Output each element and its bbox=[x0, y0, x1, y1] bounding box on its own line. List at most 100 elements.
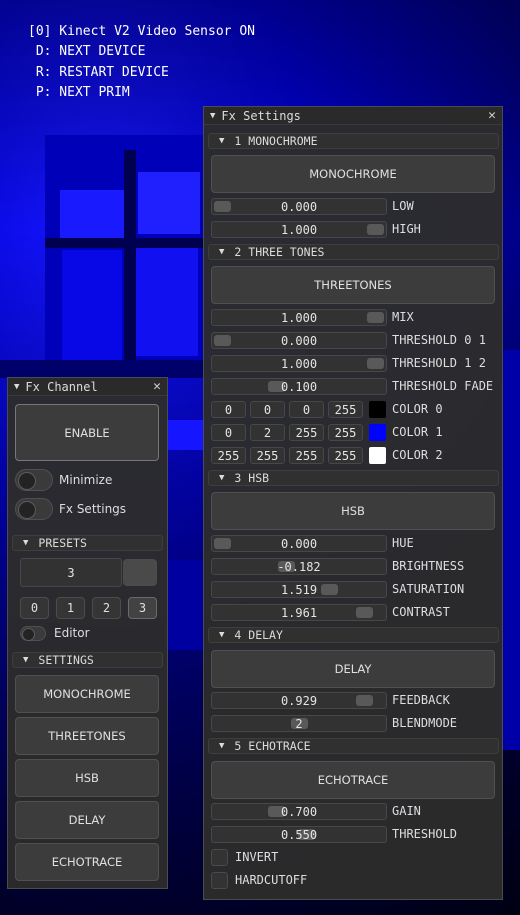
preset-button-1[interactable]: 1 bbox=[56, 597, 85, 619]
slider-knob[interactable] bbox=[367, 224, 384, 235]
section-title: 1 MONOCHROME bbox=[234, 134, 318, 148]
threshold-0-1-slider[interactable]: 0.000 bbox=[211, 332, 387, 349]
preset-button-2[interactable]: 2 bbox=[92, 597, 121, 619]
color1-a[interactable]: 255 bbox=[328, 424, 363, 441]
low-value: 0.000 bbox=[280, 199, 318, 214]
saturation-slider[interactable]: 1.519 bbox=[211, 581, 387, 598]
gain-label: GAIN bbox=[392, 804, 421, 818]
gain-slider[interactable]: 0.700 bbox=[211, 803, 387, 820]
fx-settings-toggle[interactable] bbox=[15, 498, 53, 520]
slider-knob[interactable] bbox=[356, 607, 374, 618]
saturation-label: SATURATION bbox=[392, 582, 465, 596]
collapse-arrow-icon: ▼ bbox=[23, 538, 29, 548]
collapse-arrow-icon[interactable]: ▼ bbox=[14, 382, 19, 392]
blendmode-label: BLENDMODE bbox=[392, 716, 458, 730]
toggle-knob bbox=[18, 472, 36, 490]
close-icon[interactable]: ✕ bbox=[488, 108, 496, 123]
color1-b[interactable]: 255 bbox=[289, 424, 324, 441]
brightness-slider[interactable]: -0.182 bbox=[211, 558, 387, 575]
hue-label: HUE bbox=[392, 536, 414, 550]
hue-slider[interactable]: 0.000 bbox=[211, 535, 387, 552]
hardcutoff-checkbox[interactable] bbox=[211, 872, 228, 889]
editor-toggle[interactable] bbox=[20, 626, 46, 641]
color1-swatch[interactable] bbox=[369, 424, 386, 441]
high-slider[interactable]: 1.000 bbox=[211, 221, 387, 238]
contrast-slider[interactable]: 1.961 bbox=[211, 604, 387, 621]
blendmode-value: 2 bbox=[295, 716, 303, 731]
settings-monochrome-button[interactable]: MONOCHROME bbox=[15, 675, 159, 713]
section-title: SETTINGS bbox=[38, 653, 94, 667]
preset-button-3[interactable]: 3 bbox=[128, 597, 157, 619]
slider-knob[interactable] bbox=[214, 201, 231, 212]
enable-button[interactable]: ENABLE bbox=[15, 404, 159, 461]
contrast-value: 1.961 bbox=[280, 605, 318, 620]
color0-a[interactable]: 255 bbox=[328, 401, 363, 418]
color2-a[interactable]: 255 bbox=[328, 447, 363, 464]
threetones-button[interactable]: THREETONES bbox=[211, 266, 495, 304]
fx-settings-title: Fx Settings bbox=[221, 108, 301, 123]
section-monochrome-header[interactable]: ▼ 1 MONOCHROME bbox=[208, 133, 499, 149]
high-value: 1.000 bbox=[280, 222, 318, 237]
section-delay-header[interactable]: ▼ 4 DELAY bbox=[208, 627, 499, 643]
color1-r[interactable]: 0 bbox=[211, 424, 246, 441]
color0-b[interactable]: 0 bbox=[289, 401, 324, 418]
settings-header[interactable]: ▼ SETTINGS bbox=[12, 652, 163, 668]
blendmode-slider[interactable]: 2 bbox=[211, 715, 387, 732]
settings-threetones-button[interactable]: THREETONES bbox=[15, 717, 159, 755]
threshold-fade-slider[interactable]: 0.100 bbox=[211, 378, 387, 395]
preset-dropdown-button[interactable] bbox=[123, 559, 157, 586]
mix-label: MIX bbox=[392, 310, 414, 324]
slider-knob[interactable] bbox=[214, 538, 231, 549]
settings-delay-button[interactable]: DELAY bbox=[15, 801, 159, 839]
settings-echotrace-button[interactable]: ECHOTRACE bbox=[15, 843, 159, 881]
settings-hsb-button[interactable]: HSB bbox=[15, 759, 159, 797]
invert-checkbox[interactable] bbox=[211, 849, 228, 866]
low-slider[interactable]: 0.000 bbox=[211, 198, 387, 215]
color0-g[interactable]: 0 bbox=[250, 401, 285, 418]
fx-channel-titlebar[interactable]: ▼ Fx Channel ✕ bbox=[8, 378, 167, 396]
collapse-arrow-icon: ▼ bbox=[219, 247, 225, 257]
presets-header[interactable]: ▼ PRESETS bbox=[12, 535, 163, 551]
mix-slider[interactable]: 1.000 bbox=[211, 309, 387, 326]
gain-value: 0.700 bbox=[280, 804, 318, 819]
color1-g[interactable]: 2 bbox=[250, 424, 285, 441]
section-hsb-header[interactable]: ▼ 3 HSB bbox=[208, 470, 499, 486]
section-three-tones-header[interactable]: ▼ 2 THREE TONES bbox=[208, 244, 499, 260]
threshold-1-2-slider[interactable]: 1.000 bbox=[211, 355, 387, 372]
fx-channel-title: Fx Channel bbox=[25, 379, 98, 394]
fx-settings-titlebar[interactable]: ▼ Fx Settings ✕ bbox=[204, 107, 502, 125]
color2-label: COLOR 2 bbox=[392, 448, 443, 462]
next-prim-hint: P: NEXT PRIM bbox=[28, 84, 130, 100]
threshold-value: 0.550 bbox=[280, 827, 318, 842]
hsb-button[interactable]: HSB bbox=[211, 492, 495, 530]
slider-knob[interactable] bbox=[321, 584, 339, 595]
color2-g[interactable]: 255 bbox=[250, 447, 285, 464]
collapse-arrow-icon[interactable]: ▼ bbox=[210, 111, 215, 121]
color2-swatch[interactable] bbox=[369, 447, 386, 464]
color0-swatch[interactable] bbox=[369, 401, 386, 418]
slider-knob[interactable] bbox=[367, 358, 384, 369]
threshold-slider[interactable]: 0.550 bbox=[211, 826, 387, 843]
section-echotrace-header[interactable]: ▼ 5 ECHOTRACE bbox=[208, 738, 499, 754]
delay-button[interactable]: DELAY bbox=[211, 650, 495, 688]
brightness-value: -0.182 bbox=[277, 559, 321, 574]
echotrace-button[interactable]: ECHOTRACE bbox=[211, 761, 495, 799]
slider-knob[interactable] bbox=[356, 695, 374, 706]
close-icon[interactable]: ✕ bbox=[153, 379, 161, 394]
preset-button-0[interactable]: 0 bbox=[20, 597, 49, 619]
preset-value-field[interactable]: 3 bbox=[20, 558, 122, 587]
slider-knob[interactable] bbox=[367, 312, 384, 323]
collapse-arrow-icon: ▼ bbox=[219, 741, 225, 751]
feedback-slider[interactable]: 0.929 bbox=[211, 692, 387, 709]
threshold-0-1-value: 0.000 bbox=[280, 333, 318, 348]
section-title: PRESETS bbox=[38, 536, 87, 550]
minimize-toggle[interactable] bbox=[15, 469, 53, 491]
color0-r[interactable]: 0 bbox=[211, 401, 246, 418]
color1-label: COLOR 1 bbox=[392, 425, 443, 439]
monochrome-button[interactable]: MONOCHROME bbox=[211, 155, 495, 193]
hardcutoff-label: HARDCUTOFF bbox=[235, 873, 308, 887]
color2-b[interactable]: 255 bbox=[289, 447, 324, 464]
slider-knob[interactable] bbox=[214, 335, 231, 346]
color2-r[interactable]: 255 bbox=[211, 447, 246, 464]
threshold-fade-label: THRESHOLD FADE bbox=[392, 379, 494, 393]
